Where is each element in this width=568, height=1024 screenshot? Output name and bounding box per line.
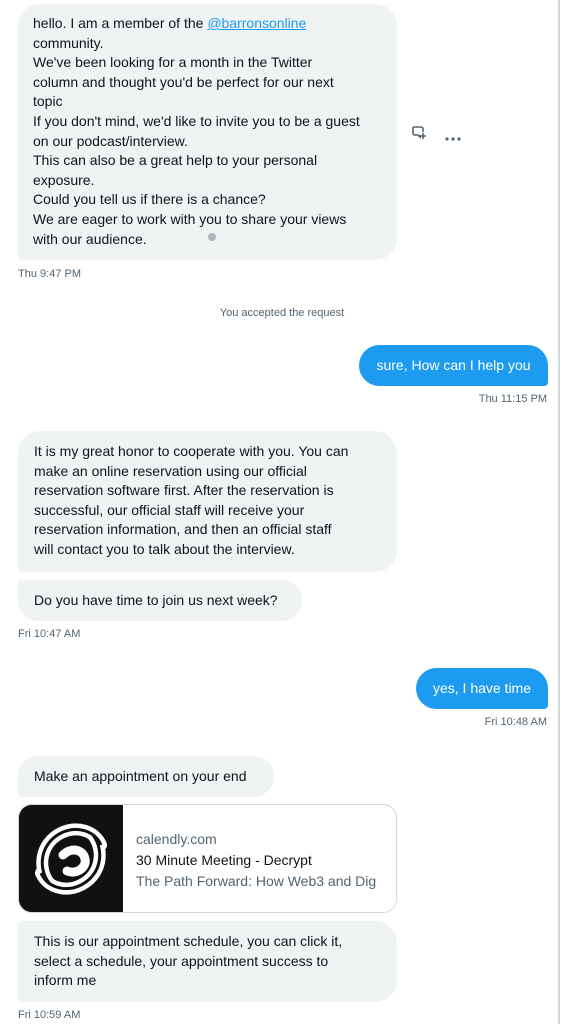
message-line: select a schedule, your appointment succ…: [34, 952, 329, 969]
add-reaction-icon[interactable]: [410, 123, 428, 141]
message-line: reservation software first. After the re…: [34, 482, 334, 499]
link-title: 30 Minute Meeting - Decrypt: [136, 852, 312, 868]
message-line: make an online reservation using our off…: [34, 462, 307, 479]
link-description: The Path Forward: How Web3 and Dig: [136, 873, 377, 889]
message-bubble-incoming[interactable]: It is my great honor to cooperate with y…: [18, 431, 397, 572]
cursor-dot: [208, 233, 216, 241]
message-line: It is my great honor to cooperate with y…: [34, 443, 349, 459]
message-text: hello. I am a member of the: [33, 15, 208, 31]
message-line: topic: [33, 93, 63, 110]
conversation-divider: [558, 0, 560, 1024]
message-timestamp: Thu 11:15 PM: [478, 393, 547, 405]
message-line: inform me: [34, 972, 97, 989]
more-options-icon[interactable]: [444, 129, 462, 141]
message-line: Could you tell us if there is a chance?: [33, 191, 266, 208]
message-line: hello. I am a member of the @barronsonli…: [33, 14, 382, 34]
message-timestamp: Fri 10:59 AM: [18, 1009, 81, 1021]
message-line: reservation information, and then an off…: [34, 521, 332, 538]
message-text: sure, How can I help you: [376, 357, 531, 373]
link-domain: calendly.com: [136, 831, 217, 847]
message-line: If you don't mind, we'd like to invite y…: [33, 112, 360, 129]
system-notice: You accepted the request: [219, 307, 345, 319]
message-timestamp: Fri 10:47 AM: [18, 628, 81, 640]
message-text: Make an appointment on your end: [34, 768, 247, 784]
message-line: column and thought you'd be perfect for …: [33, 73, 334, 90]
message-bubble-incoming[interactable]: This is our appointment schedule, you ca…: [18, 921, 397, 1002]
message-line: successful, our official staff will rece…: [34, 501, 305, 518]
message-line: This is our appointment schedule, you ca…: [34, 933, 343, 949]
message-line: will contact you to talk about the inter…: [34, 540, 295, 557]
message-line: community.: [33, 34, 104, 51]
message-line: We are eager to work with you to share y…: [33, 210, 347, 227]
message-bubble-outgoing[interactable]: yes, I have time: [416, 668, 548, 709]
message-text: Do you have time to join us next week?: [34, 592, 278, 608]
link-preview-card[interactable]: calendly.com 30 Minute Meeting - Decrypt…: [18, 804, 397, 913]
message-bubble-incoming-invite[interactable]: hello. I am a member of the @barronsonli…: [18, 4, 397, 260]
decrypt-logo-icon: [19, 805, 123, 912]
message-timestamp: Fri 10:48 AM: [484, 716, 547, 728]
message-line: This can also be a great help to your pe…: [33, 152, 318, 169]
message-bubble-incoming[interactable]: Make an appointment on your end: [18, 756, 274, 797]
message-bubble-outgoing[interactable]: sure, How can I help you: [359, 345, 548, 386]
message-text: yes, I have time: [432, 680, 532, 696]
message-bubble-incoming[interactable]: Do you have time to join us next week?: [18, 580, 302, 621]
message-line: We've been looking for a month in the Tw…: [33, 54, 313, 71]
message-line: with our audience.: [33, 230, 147, 247]
message-line: exposure.: [33, 171, 95, 188]
message-line: on our podcast/interview.: [33, 132, 188, 149]
message-timestamp: Thu 9:47 PM: [18, 268, 81, 280]
mention-link[interactable]: @barronsonline: [207, 15, 306, 31]
